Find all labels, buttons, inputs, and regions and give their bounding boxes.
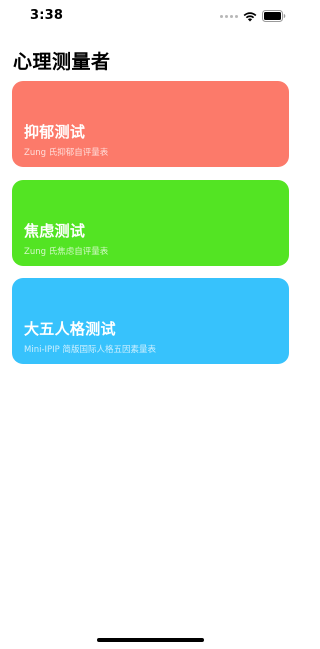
card-title: 大五人格测试 (24, 320, 116, 338)
depression-test-card[interactable]: 抑郁测试 Zung 氏抑郁自评量表 (12, 81, 289, 167)
page-title: 心理测量者 (13, 51, 111, 73)
status-icons (220, 10, 286, 22)
signal-dots-icon (220, 14, 238, 18)
card-subtitle: Zung 氏焦虑自评量表 (24, 247, 109, 257)
wifi-icon (243, 11, 257, 22)
big-five-test-card[interactable]: 大五人格测试 Mini-IPIP 简版国际人格五因素量表 (12, 278, 289, 364)
home-indicator[interactable] (97, 638, 204, 642)
anxiety-test-card[interactable]: 焦虑测试 Zung 氏焦虑自评量表 (12, 180, 289, 266)
status-bar: 3:38 (0, 0, 300, 34)
status-time: 3:38 (30, 8, 64, 23)
card-title: 焦虑测试 (24, 222, 86, 240)
card-subtitle: Zung 氏抑郁自评量表 (24, 148, 109, 158)
card-title: 抑郁测试 (24, 123, 86, 141)
battery-icon (262, 10, 286, 22)
card-subtitle: Mini-IPIP 简版国际人格五因素量表 (24, 345, 156, 355)
